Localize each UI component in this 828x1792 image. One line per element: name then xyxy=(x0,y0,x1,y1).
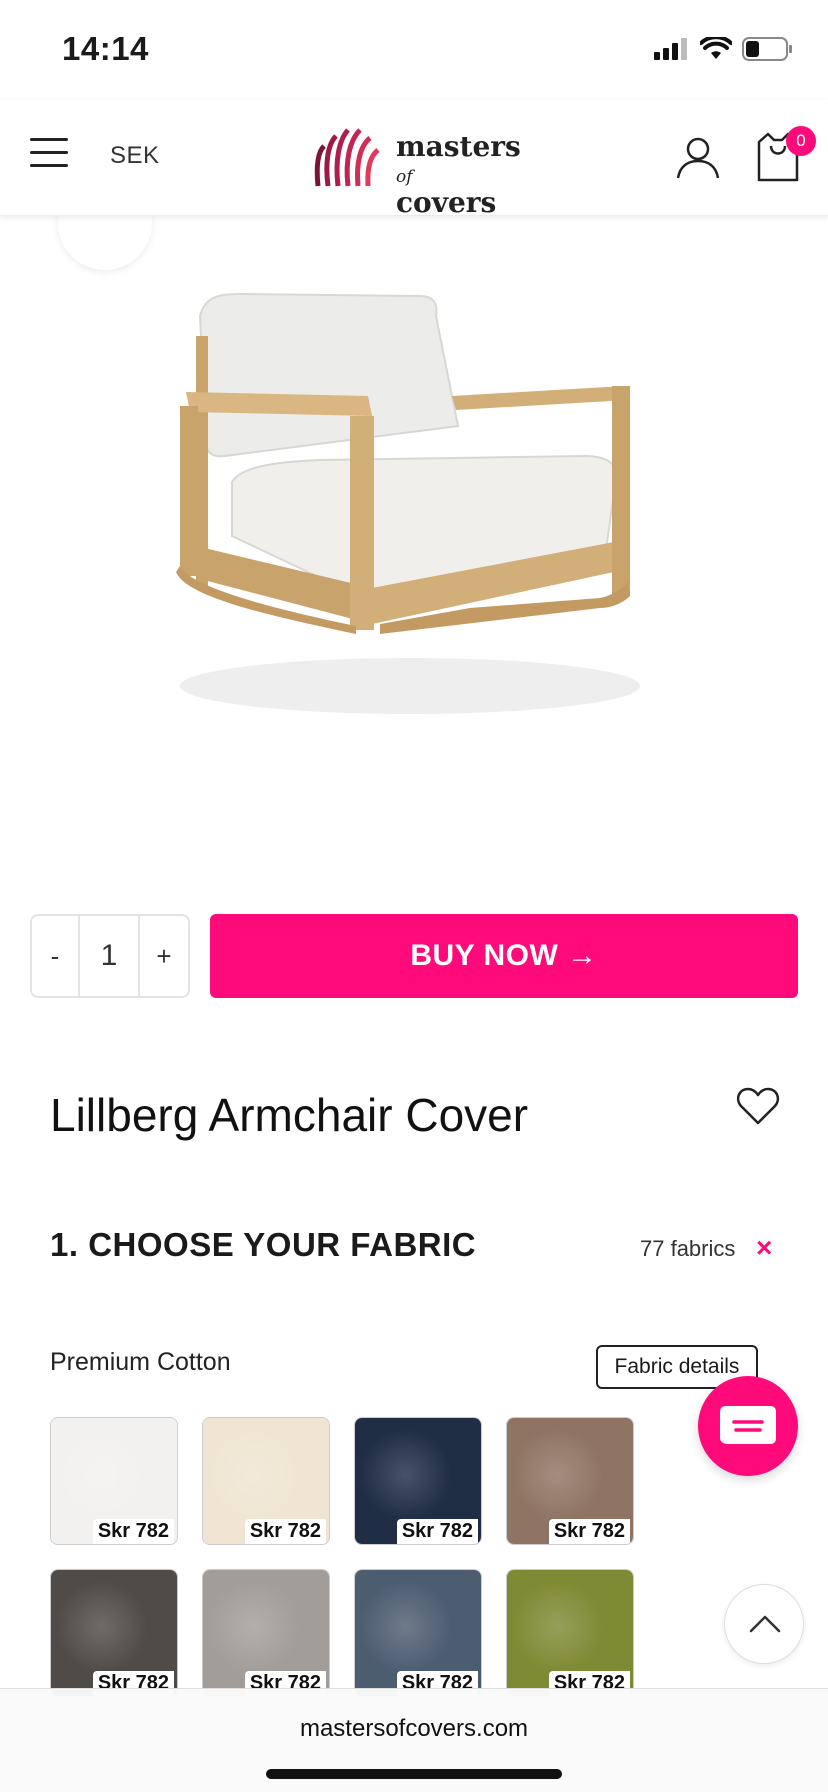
status-bar: 14:14 xyxy=(0,0,828,100)
chevron-up-icon xyxy=(749,1615,781,1633)
swatch-price: Skr 782 xyxy=(396,1519,478,1544)
fabric-swatch[interactable]: Skr 782 xyxy=(354,1417,482,1545)
logo-line-2: covers xyxy=(396,186,497,219)
fabric-count: 77 fabrics xyxy=(640,1236,736,1261)
account-icon[interactable] xyxy=(676,136,720,180)
logo-stripes-icon xyxy=(314,128,380,187)
status-icons xyxy=(654,34,794,64)
fabric-swatch[interactable]: Skr 782 xyxy=(202,1569,330,1697)
product-image-area xyxy=(0,176,828,866)
wifi-icon xyxy=(700,37,732,59)
swatch-price: Skr 782 xyxy=(548,1519,630,1544)
fabric-swatch[interactable]: Skr 782 xyxy=(506,1417,634,1545)
browser-url[interactable]: mastersofcovers.com xyxy=(0,1715,828,1743)
chat-button[interactable] xyxy=(698,1376,798,1476)
hamburger-menu-icon[interactable] xyxy=(30,138,68,168)
cart-count-badge: 0 xyxy=(786,126,816,156)
browser-url-bar: mastersofcovers.com xyxy=(0,1688,828,1792)
fabric-swatch[interactable]: Skr 782 xyxy=(50,1569,178,1697)
clear-filter-icon[interactable]: × xyxy=(756,1232,772,1264)
swatch-price: Skr 782 xyxy=(92,1519,174,1544)
logo-line-1: masters xyxy=(396,130,521,163)
product-title: Lillberg Armchair Cover xyxy=(50,1089,529,1141)
fabric-swatch[interactable]: Skr 782 xyxy=(506,1569,634,1697)
signal-icon xyxy=(654,38,687,60)
quantity-decrease-button[interactable]: - xyxy=(32,916,80,996)
fabric-swatch[interactable]: Skr 782 xyxy=(50,1417,178,1545)
fabric-category-label: Premium Cotton xyxy=(50,1348,231,1376)
fabric-swatch[interactable]: Skr 782 xyxy=(202,1417,330,1545)
quantity-input[interactable]: 1 xyxy=(80,916,140,996)
wishlist-heart-icon[interactable] xyxy=(736,1086,780,1126)
quantity-increase-button[interactable]: + xyxy=(140,916,188,996)
battery-icon xyxy=(742,37,792,61)
fabric-swatch[interactable]: Skr 782 xyxy=(354,1569,482,1697)
swatch-price: Skr 782 xyxy=(244,1519,326,1544)
site-logo[interactable]: masters of covers xyxy=(312,122,522,217)
scroll-to-top-button[interactable] xyxy=(724,1584,804,1664)
site-header: SEK masters of covers 0 xyxy=(0,100,828,217)
choose-fabric-heading: 1. CHOOSE YOUR FABRIC xyxy=(50,1226,477,1263)
quantity-stepper: - 1 + xyxy=(30,914,190,998)
product-image xyxy=(176,292,640,714)
buy-now-button[interactable]: BUY NOW → xyxy=(210,914,798,998)
logo-of: of xyxy=(396,167,413,187)
currency-selector[interactable]: SEK xyxy=(110,142,160,170)
status-time: 14:14 xyxy=(62,30,149,67)
chat-icon xyxy=(720,1406,776,1444)
home-indicator xyxy=(266,1769,562,1779)
